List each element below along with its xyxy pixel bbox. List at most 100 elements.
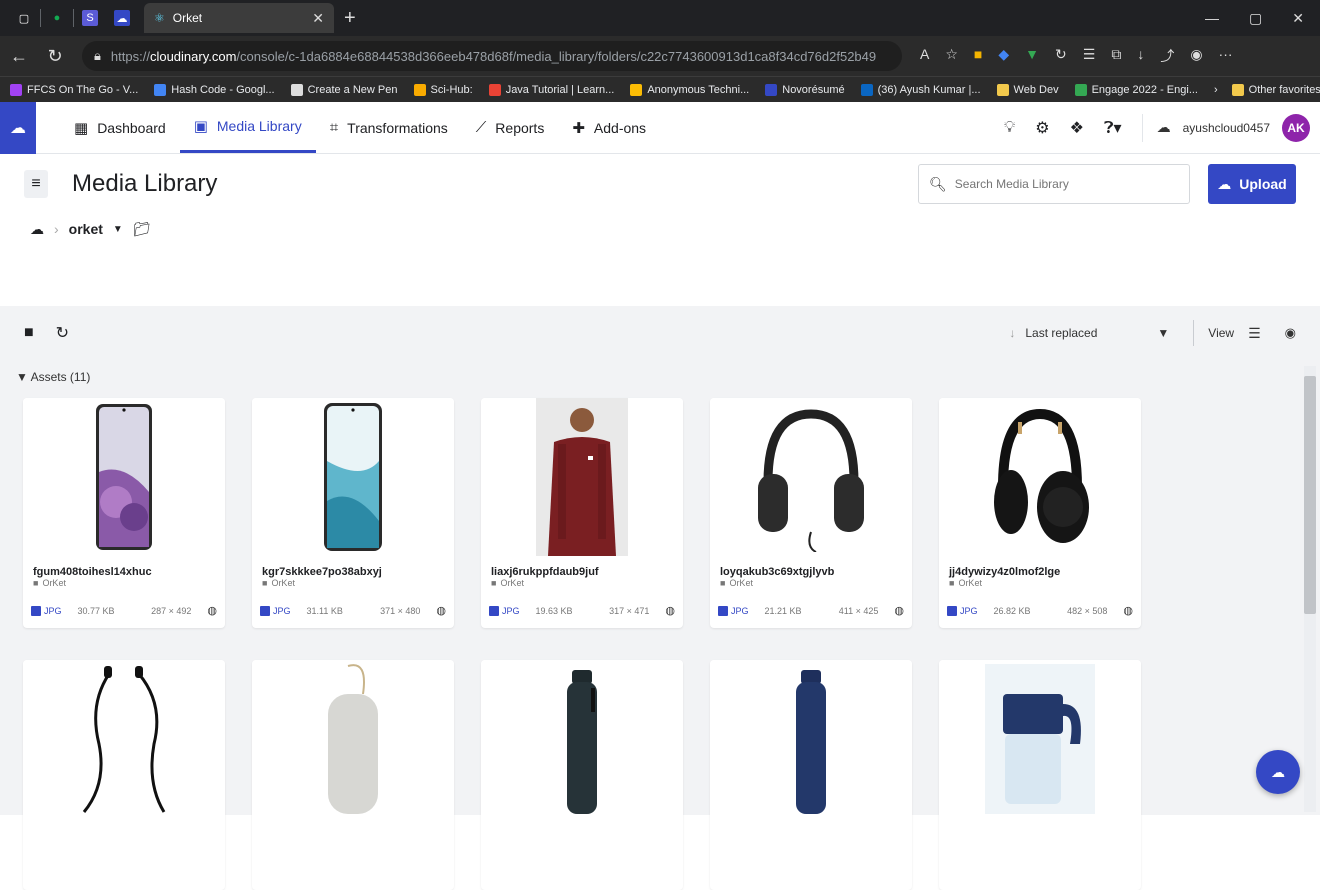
asset-card[interactable]: kgr7skkkee7po38abxyj ■ OrKet JPG 31.11 KB 371…: [252, 398, 454, 628]
asset-card[interactable]: [252, 660, 454, 890]
folder-dropdown-icon[interactable]: ▼: [113, 224, 123, 235]
asset-thumbnail[interactable]: [710, 660, 912, 818]
help-chat-fab-icon[interactable]: ☁: [1256, 750, 1300, 794]
help-icon[interactable]: ❓︎▾: [1104, 118, 1122, 138]
bookmarks-chevron-icon[interactable]: ›: [1214, 84, 1218, 96]
cloudinary-logo-icon[interactable]: ☁: [0, 101, 36, 154]
bookmark-item[interactable]: FFCS On The Go - V...: [10, 83, 138, 96]
assets-count-label: Assets (11): [30, 370, 91, 384]
asset-thumbnail[interactable]: [252, 398, 454, 556]
asset-card[interactable]: [23, 660, 225, 890]
folder-view-icon[interactable]: ■: [24, 324, 34, 342]
eye-icon[interactable]: ◉: [1285, 325, 1296, 341]
more-menu-icon[interactable]: ···: [1219, 46, 1233, 66]
browser-refresh-icon[interactable]: ↻: [1055, 46, 1067, 66]
asset-folder-label: OrKet: [271, 578, 295, 588]
asset-thumbnail[interactable]: [252, 660, 454, 818]
reload-icon[interactable]: ↻: [56, 323, 69, 343]
lightbulb-icon[interactable]: 💡︎: [1004, 119, 1015, 137]
sort-select[interactable]: ↓ Last replaced ▼: [1009, 326, 1179, 340]
new-tab-icon[interactable]: +: [344, 7, 356, 30]
settings-gear-icon[interactable]: ⚙: [1035, 118, 1049, 138]
chevron-down-icon: ▼: [1157, 326, 1170, 340]
search-box[interactable]: 🔍︎: [918, 164, 1190, 204]
folder-icon: ■: [491, 578, 497, 588]
asset-card[interactable]: [939, 660, 1141, 890]
sort-label: Last replaced: [1025, 326, 1098, 340]
bookmark-label: Other favorites: [1248, 83, 1320, 96]
bookmark-item[interactable]: Create a New Pen: [290, 83, 398, 96]
bookmark-item[interactable]: (36) Ayush Kumar |...: [860, 83, 981, 96]
asset-card[interactable]: liaxj6rukppfdaub9juf ■ OrKet JPG 19.63 KB 317…: [481, 398, 683, 628]
asset-dimensions: 411 × 425: [838, 605, 879, 616]
bookmark-item[interactable]: Web Dev: [996, 83, 1059, 96]
extension-green-icon[interactable]: ▼: [1025, 46, 1039, 66]
back-icon[interactable]: ←: [10, 46, 28, 67]
avatar[interactable]: AK: [1282, 113, 1310, 142]
bookmark-item[interactable]: Novorésumé: [765, 83, 845, 96]
list-view-icon[interactable]: ☰: [1248, 325, 1261, 342]
bookmark-item[interactable]: Engage 2022 - Engi...: [1074, 83, 1198, 96]
asset-card[interactable]: fgum408toihesl14xhuc ■ OrKet JPG 30.77 KB 287…: [23, 398, 225, 628]
collections-icon[interactable]: ⧉: [1111, 46, 1121, 66]
asset-folder: ■ OrKet: [720, 578, 902, 588]
share-icon[interactable]: ⤴: [1160, 46, 1174, 66]
bookmark-item[interactable]: Sci-Hub:: [413, 83, 473, 96]
asset-thumbnail[interactable]: [481, 660, 683, 818]
nav-addons[interactable]: ✚ Add-ons: [558, 102, 660, 153]
assets-section-header[interactable]: ▼ Assets (11): [0, 360, 1320, 394]
hamburger-menu-icon[interactable]: ≡: [24, 170, 48, 198]
s-tab-icon[interactable]: S: [82, 10, 98, 26]
favorite-star-icon[interactable]: ☆: [945, 46, 958, 66]
asset-thumbnail[interactable]: [23, 398, 225, 556]
mongodb-tab-icon[interactable]: ●: [49, 10, 65, 26]
maximize-icon[interactable]: ▢: [1249, 10, 1262, 27]
asset-thumbnail[interactable]: [481, 398, 683, 556]
window-close-icon[interactable]: ✕: [1292, 10, 1304, 27]
notifications-icon[interactable]: ❖: [1070, 118, 1084, 138]
asset-format-label: JPG: [44, 605, 62, 616]
extension-colorful-icon[interactable]: ■: [974, 46, 982, 66]
extension-blue-icon[interactable]: ◆: [998, 46, 1009, 66]
nav-media-library[interactable]: ▣ Media Library: [179, 102, 316, 153]
scrollbar[interactable]: [1304, 366, 1316, 812]
favorites-icon[interactable]: ☰: [1083, 46, 1096, 66]
asset-card[interactable]: [710, 660, 912, 890]
asset-name: fgum408toihesl14xhuc: [33, 566, 152, 578]
minimize-icon[interactable]: —: [1205, 10, 1219, 27]
asset-thumbnail[interactable]: [939, 398, 1141, 556]
search-input[interactable]: [954, 177, 1175, 191]
bookmark-other-favorites[interactable]: Other favorites: [1231, 83, 1320, 96]
nav-transformations[interactable]: ⌗ Transformations: [316, 102, 462, 153]
public-globe-icon: ◍: [894, 605, 904, 617]
asset-card[interactable]: [481, 660, 683, 890]
nav-dashboard[interactable]: ▦ Dashboard: [60, 102, 180, 153]
bookmark-item[interactable]: Hash Code - Googl...: [154, 83, 275, 96]
downloads-icon[interactable]: ↓: [1137, 46, 1144, 66]
scrollbar-thumb[interactable]: [1304, 376, 1316, 614]
bookmark-item[interactable]: Java Tutorial | Learn...: [488, 83, 614, 96]
asset-thumbnail[interactable]: [23, 660, 225, 818]
view-label[interactable]: View: [1208, 326, 1234, 340]
upload-button[interactable]: ☁ Upload: [1208, 164, 1296, 204]
asset-thumbnail[interactable]: [710, 398, 912, 556]
profile-icon[interactable]: ◉: [1190, 46, 1202, 66]
breadcrumb-folder[interactable]: orket: [69, 221, 103, 237]
asset-thumbnail[interactable]: [939, 660, 1141, 818]
read-aloud-icon[interactable]: A: [920, 46, 929, 66]
new-folder-icon[interactable]: 📁︎: [133, 221, 151, 238]
account-menu[interactable]: ☁ ayushcloud0457 AK: [1141, 113, 1310, 142]
asset-card[interactable]: jj4dywizy4z0lmof2lge ■ OrKet JPG 26.82 KB 482…: [939, 398, 1141, 628]
active-tab[interactable]: ⚛ Orket ✕: [144, 3, 334, 33]
root-cloud-icon[interactable]: ☁: [30, 221, 44, 238]
refresh-icon[interactable]: ↻: [46, 46, 64, 67]
cloudinary-tab-icon[interactable]: ☁: [114, 10, 130, 26]
nav-reports[interactable]: ⟋ Reports: [462, 102, 559, 153]
bookmark-item[interactable]: Anonymous Techni...: [630, 83, 749, 96]
asset-card[interactable]: loyqakub3c69xtgjlyvb ■ OrKet JPG 21.21 KB 411…: [710, 398, 912, 628]
tab-actions-icon[interactable]: ▢: [16, 10, 32, 26]
folder-icon: [1231, 83, 1244, 96]
bookmarks-bar: FFCS On The Go - V... Hash Code - Googl..…: [0, 76, 1320, 102]
url-field[interactable]: 🔒︎ https:// cloudinary.com /console/c-1d…: [82, 41, 902, 71]
close-tab-icon[interactable]: ✕: [312, 10, 324, 27]
